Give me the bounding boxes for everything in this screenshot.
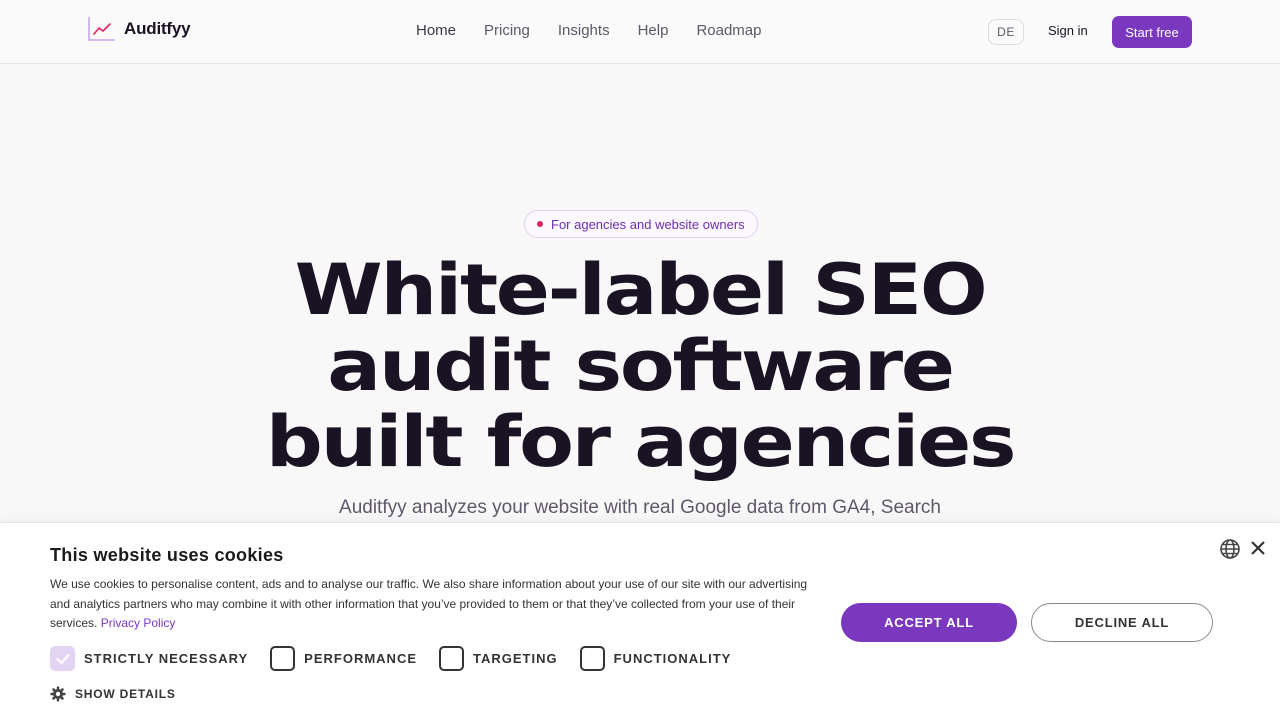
hero-title-line: built for agencies xyxy=(265,401,1017,483)
globe-icon[interactable] xyxy=(1219,538,1241,560)
category-functionality[interactable]: FUNCTIONALITY xyxy=(579,646,732,671)
close-icon[interactable] xyxy=(1249,539,1267,557)
decline-all-button[interactable]: DECLINE ALL xyxy=(1031,603,1213,642)
brand-logo[interactable]: Auditfyy xyxy=(88,16,191,42)
cookie-description: We use cookies to personalise content, a… xyxy=(50,575,820,634)
checkbox-targeting[interactable] xyxy=(439,646,465,671)
cookie-categories: STRICTLY NECESSARY PERFORMANCE TARGETING… xyxy=(50,646,753,671)
cookie-banner: This website uses cookies We use cookies… xyxy=(0,522,1280,720)
main-nav: Home Pricing Insights Help Roadmap xyxy=(416,22,761,39)
category-targeting[interactable]: TARGETING xyxy=(439,646,558,671)
language-switcher[interactable]: DE xyxy=(988,19,1024,45)
category-label: FUNCTIONALITY xyxy=(613,651,732,666)
nav-pricing[interactable]: Pricing xyxy=(484,22,530,39)
accept-all-button[interactable]: ACCEPT ALL xyxy=(841,603,1017,642)
brand-name: Auditfyy xyxy=(124,19,191,38)
sign-in-link[interactable]: Sign in xyxy=(1048,23,1088,38)
category-label: PERFORMANCE xyxy=(304,651,418,666)
gear-icon xyxy=(50,686,66,702)
chart-logo-icon xyxy=(88,17,115,41)
category-label: TARGETING xyxy=(473,651,558,666)
audience-badge: For agencies and website owners xyxy=(524,210,758,238)
hero-title-line: White-label SEO xyxy=(294,249,988,331)
category-strictly-necessary[interactable]: STRICTLY NECESSARY xyxy=(50,646,248,671)
hero-subtitle: Auditfyy analyzes your website with real… xyxy=(339,497,941,518)
checkbox-strictly-necessary[interactable] xyxy=(50,646,75,671)
show-details-toggle[interactable]: SHOW DETAILS xyxy=(50,686,176,702)
nav-home[interactable]: Home xyxy=(416,22,456,39)
privacy-policy-link[interactable]: Privacy Policy xyxy=(101,616,176,630)
category-label: STRICTLY NECESSARY xyxy=(84,651,249,666)
hero-title-line: audit software xyxy=(327,325,955,407)
hero-title: White-label SEO audit software built for… xyxy=(0,252,1280,480)
nav-help[interactable]: Help xyxy=(638,22,669,39)
cookie-title: This website uses cookies xyxy=(50,545,284,565)
checkbox-performance[interactable] xyxy=(270,646,296,671)
checkmark-icon xyxy=(55,653,70,664)
start-free-button[interactable]: Start free xyxy=(1112,16,1192,48)
badge-dot-icon xyxy=(537,221,543,227)
checkbox-functionality[interactable] xyxy=(579,646,605,671)
nav-insights[interactable]: Insights xyxy=(558,22,610,39)
nav-roadmap[interactable]: Roadmap xyxy=(696,22,761,39)
category-performance[interactable]: PERFORMANCE xyxy=(270,646,417,671)
show-details-label: SHOW DETAILS xyxy=(75,687,176,701)
site-header: Auditfyy Home Pricing Insights Help Road… xyxy=(0,0,1280,64)
badge-label: For agencies and website owners xyxy=(551,216,745,232)
